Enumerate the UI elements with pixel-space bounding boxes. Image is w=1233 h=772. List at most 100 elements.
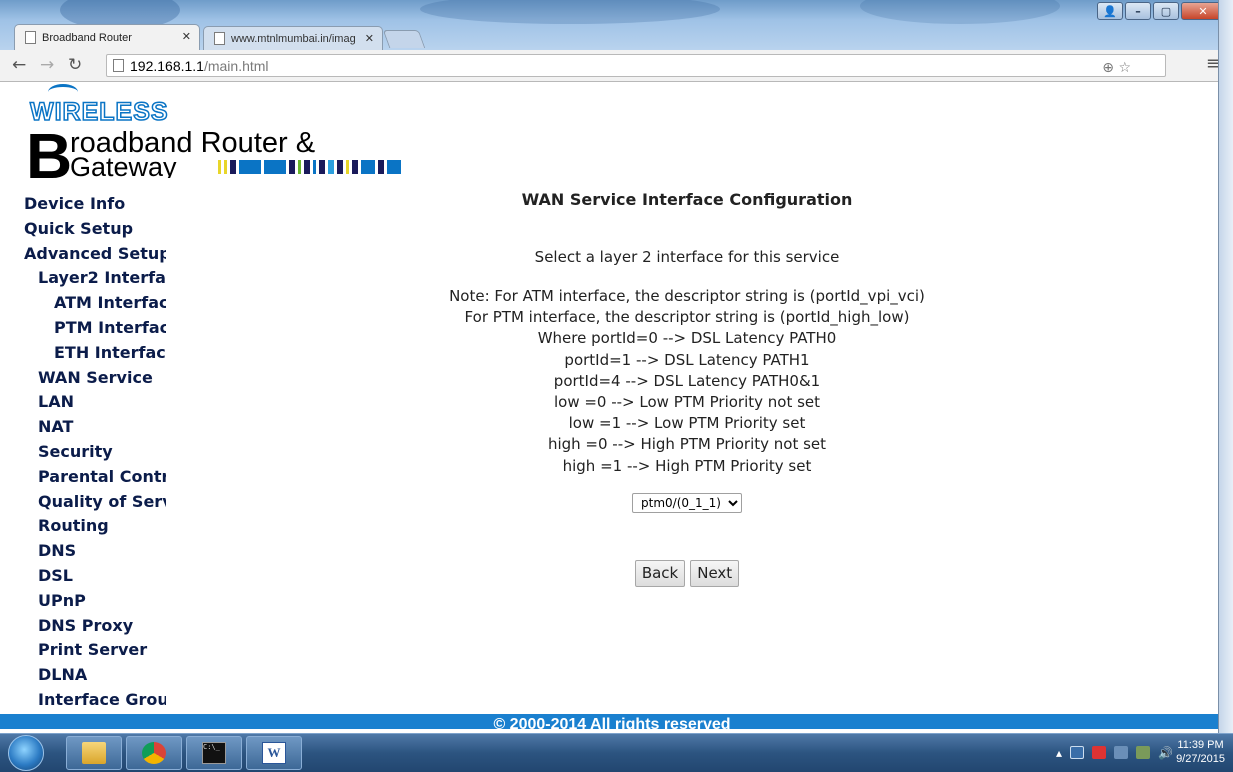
logo-bar [218, 160, 221, 174]
tab-title: www.mtnlmumbai.in/imag [231, 32, 356, 45]
close-tab-icon[interactable]: ✕ [182, 30, 191, 43]
system-tray: ▴ 🔊 [1056, 746, 1173, 760]
user-icon[interactable]: 👤 [1097, 2, 1123, 20]
note-line: portId=1 --> DSL Latency PATH1 [564, 350, 810, 369]
back-button[interactable]: Back [634, 559, 686, 587]
explorer-icon [82, 742, 106, 764]
logo-bar [289, 160, 295, 174]
note-line: high =0 --> High PTM Priority not set [547, 435, 827, 454]
logo-bar [319, 160, 325, 174]
sidebar-item-dns-proxy[interactable]: DNS Proxy [24, 614, 166, 639]
window-controls: 👤 – ▢ ✕ [1097, 2, 1225, 20]
start-button[interactable] [8, 735, 44, 771]
forward-arrow-icon[interactable]: → [40, 55, 54, 75]
note-line: low =0 --> Low PTM Priority not set [553, 393, 821, 412]
sidebar-item-dlna[interactable]: DLNA [24, 663, 166, 688]
note-line: Note: For ATM interface, the descriptor … [449, 287, 925, 305]
logo-bar [239, 160, 261, 174]
back-arrow-icon[interactable]: ← [12, 55, 26, 75]
address-bar[interactable]: 192.168.1.1/main.html ⊕ ☆ [106, 54, 1166, 77]
browser-title-bar: Broadband Router ✕ www.mtnlmumbai.in/ima… [0, 0, 1233, 50]
logo-line2: Gateway [70, 154, 177, 178]
tab-broadband-router[interactable]: Broadband Router ✕ [14, 24, 200, 50]
page-title: WAN Service Interface Configuration [521, 190, 853, 209]
copyright-text: © 2000-2014 All rights reserved [493, 716, 731, 729]
logo-bar [352, 160, 358, 174]
tray-app-icon[interactable] [1070, 746, 1085, 759]
logo-bar [264, 160, 286, 174]
maximize-icon[interactable]: ▢ [1153, 2, 1179, 20]
sidebar-item-ptm-interface[interactable]: PTM Interface [24, 316, 166, 341]
background-decoration [420, 0, 720, 24]
logo-bar [298, 160, 301, 174]
reload-icon[interactable]: ↻ [68, 55, 82, 75]
page-icon [214, 32, 225, 45]
sidebar-nav: Device Info Quick Setup Advanced Setup Laye… [24, 192, 166, 713]
note-line: Where portId=0 --> DSL Latency PATH0 [537, 329, 837, 348]
sidebar-item-nat[interactable]: NAT [24, 415, 166, 440]
zoom-and-star-icons[interactable]: ⊕ ☆ [1102, 60, 1131, 76]
sidebar-item-dsl[interactable]: DSL [24, 564, 166, 589]
taskbar-clock[interactable]: 11:39 PM 9/27/2015 [1176, 738, 1225, 766]
sidebar-item-dns[interactable]: DNS [24, 539, 166, 564]
explorer-taskbar-button[interactable] [66, 736, 122, 770]
cmd-taskbar-button[interactable]: C:\_ [186, 736, 242, 770]
sidebar-item-upnp[interactable]: UPnP [24, 589, 166, 614]
logo-bar [361, 160, 375, 174]
sidebar-item-parental-control[interactable]: Parental Control [24, 465, 166, 490]
url-path: /main.html [203, 57, 269, 74]
note-line: For PTM interface, the descriptor string… [464, 308, 910, 327]
sidebar-item-device-info[interactable]: Device Info [24, 192, 166, 217]
word-icon: W [262, 742, 286, 764]
page-icon [113, 59, 124, 72]
show-hidden-icons-icon[interactable]: ▴ [1056, 746, 1062, 760]
footer-bar: © 2000-2014 All rights reserved [0, 714, 1218, 729]
sidebar-item-quality-of-service[interactable]: Quality of Service [24, 490, 166, 515]
note-line: high =1 --> High PTM Priority set [562, 456, 812, 475]
layer2-interface-select[interactable]: ptm0/(0_1_1) [632, 492, 742, 513]
word-taskbar-button[interactable]: W [246, 736, 302, 770]
volume-icon[interactable]: 🔊 [1158, 746, 1173, 760]
logo-bar [328, 160, 334, 174]
logo-bar [304, 160, 310, 174]
page-subtitle: Select a layer 2 interface for this serv… [534, 248, 840, 266]
logo-color-bars [218, 160, 401, 176]
sidebar-item-quick-setup[interactable]: Quick Setup [24, 217, 166, 242]
background-decoration [860, 0, 1060, 24]
sidebar-item-print-server[interactable]: Print Server [24, 638, 166, 663]
logo-bar [337, 160, 343, 174]
tab-title: Broadband Router [42, 31, 132, 44]
sidebar-item-atm-interface[interactable]: ATM Interface [24, 291, 166, 316]
clock-date: 9/27/2015 [1176, 753, 1225, 765]
browser-toolbar: ← → ↻ 192.168.1.1/main.html ⊕ ☆ ≡ [0, 50, 1233, 82]
network-icon[interactable] [1136, 746, 1151, 759]
logo-bar [378, 160, 384, 174]
logo-bar [230, 160, 236, 174]
chrome-icon [142, 742, 166, 764]
descriptor-notes: Note: For ATM interface, the descriptor … [170, 286, 1204, 477]
router-logo: WIRELESS B roadband Router & Gateway [26, 84, 426, 192]
note-line: portId=4 --> DSL Latency PATH0&1 [553, 371, 821, 390]
clock-time: 11:39 PM [1177, 739, 1224, 751]
sidebar-item-eth-interface[interactable]: ETH Interface [24, 341, 166, 366]
background-window-edge [1218, 0, 1233, 740]
close-tab-icon[interactable]: ✕ [365, 32, 374, 45]
logo-b-letter: B [26, 120, 73, 192]
chrome-taskbar-button[interactable] [126, 736, 182, 770]
sidebar-item-advanced-setup[interactable]: Advanced Setup [24, 242, 166, 267]
minimize-icon[interactable]: – [1125, 2, 1151, 20]
next-button[interactable]: Next [690, 559, 740, 587]
tray-app-icon[interactable] [1114, 746, 1129, 759]
button-row: Back Next [170, 559, 1204, 587]
sidebar-item-routing[interactable]: Routing [24, 514, 166, 539]
sidebar-item-security[interactable]: Security [24, 440, 166, 465]
tab-mtnlmumbai[interactable]: www.mtnlmumbai.in/imag ✕ [203, 26, 383, 50]
note-line: low =1 --> Low PTM Priority set [568, 414, 806, 433]
sidebar-item-layer2-interface[interactable]: Layer2 Interface [24, 266, 166, 291]
sidebar-item-lan[interactable]: LAN [24, 390, 166, 415]
sidebar-item-interface-grouping[interactable]: Interface Grouping [24, 688, 166, 713]
new-tab-button[interactable] [382, 30, 426, 48]
windows-taskbar: C:\_ W ▴ 🔊 11:39 PM 9/27/2015 [0, 733, 1233, 772]
sidebar-item-wan-service[interactable]: WAN Service [24, 366, 166, 391]
action-center-icon[interactable] [1092, 746, 1107, 759]
